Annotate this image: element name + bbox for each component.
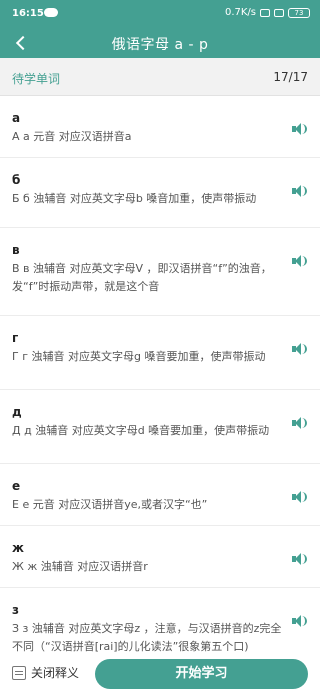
list-item[interactable]: г Г г 浊辅音 对应英文字母g 嗓音要加重，使声带振动: [0, 316, 320, 390]
toggle-definition-label: 关闭释义: [31, 666, 80, 680]
pending-words-label: 待学单词: [12, 72, 61, 86]
word-letter: ж: [12, 541, 24, 555]
speaker-icon[interactable]: [292, 552, 308, 566]
app-bar: 俄语字母 a - p: [0, 28, 320, 58]
speaker-icon[interactable]: [292, 614, 308, 628]
list-item[interactable]: в В в 浊辅音 对应英文字母V ，即汉语拼音“f”的浊音，发“f”时振动声带…: [0, 228, 320, 316]
speaker-icon[interactable]: [292, 342, 308, 356]
start-learning-button[interactable]: 开始学习: [95, 659, 308, 689]
status-right: 0.7K/s 73: [225, 7, 310, 18]
list-item[interactable]: а А а 元音 对应汉语拼音a: [0, 96, 320, 158]
word-letter: д: [12, 405, 22, 419]
word-list: а А а 元音 对应汉语拼音a б Б б 浊辅音 对应英文字母b 嗓音加重，…: [0, 96, 320, 658]
bottom-bar: 关闭释义 开始学习: [0, 654, 320, 693]
word-description: Г г 浊辅音 对应英文字母g 嗓音要加重，使声带振动: [12, 350, 266, 363]
speaker-icon[interactable]: [292, 416, 308, 430]
word-letter: з: [12, 603, 19, 617]
page-title: 俄语字母 a - p: [111, 37, 209, 53]
word-count: 17/17: [273, 70, 308, 84]
network-speed: 0.7K/s: [224, 7, 256, 18]
battery-icon: 73: [288, 7, 310, 18]
word-letter: е: [12, 479, 21, 493]
wifi-icon: [274, 8, 284, 17]
speaker-icon[interactable]: [292, 254, 308, 268]
word-description: А а 元音 对应汉语拼音a: [12, 130, 132, 143]
speaker-icon[interactable]: [292, 122, 308, 136]
word-description: Е е 元音 对应汉语拼音ye,或者汉字“也”: [12, 498, 208, 511]
toggle-definition-button[interactable]: 关闭释义: [12, 664, 79, 681]
list-item[interactable]: д Д д 浊辅音 对应英文字母d 嗓音要加重，使声带振动: [0, 390, 320, 464]
word-letter: в: [12, 243, 20, 257]
word-description: Д д 浊辅音 对应英文字母d 嗓音要加重，使声带振动: [12, 424, 270, 437]
list-item[interactable]: з З з 浊辅音 对应英文字母z ，注意，与汉语拼音的z完全不同（“汉语拼音[…: [0, 588, 320, 658]
word-description: Ж ж 浊辅音 对应汉语拼音r: [12, 560, 148, 573]
status-time: 16:15: [12, 8, 44, 19]
signal-icon: [260, 8, 270, 17]
speaker-icon[interactable]: [292, 490, 308, 504]
list-item[interactable]: ж Ж ж 浊辅音 对应汉语拼音r: [0, 526, 320, 588]
word-description: З з 浊辅音 对应英文字母z ，注意，与汉语拼音的z完全不同（“汉语拼音[ra…: [12, 622, 282, 653]
document-icon: [12, 665, 26, 680]
word-letter: б: [12, 173, 21, 187]
word-letter: г: [12, 331, 19, 345]
status-bar: 16:15 0.7K/s 73: [0, 0, 320, 28]
word-description: В в 浊辅音 对应英文字母V ，即汉语拼音“f”的浊音，发“f”时振动声带，就…: [12, 262, 272, 293]
cloud-icon: [44, 8, 58, 17]
list-item[interactable]: б Б б 浊辅音 对应英文字母b 嗓音加重，使声带振动: [0, 158, 320, 228]
list-item[interactable]: е Е е 元音 对应汉语拼音ye,或者汉字“也”: [0, 464, 320, 526]
word-description: Б б 浊辅音 对应英文字母b 嗓音加重，使声带振动: [12, 192, 257, 205]
word-letter: а: [12, 111, 21, 125]
speaker-icon[interactable]: [292, 184, 308, 198]
subheader: 待学单词 17/17: [0, 58, 320, 96]
